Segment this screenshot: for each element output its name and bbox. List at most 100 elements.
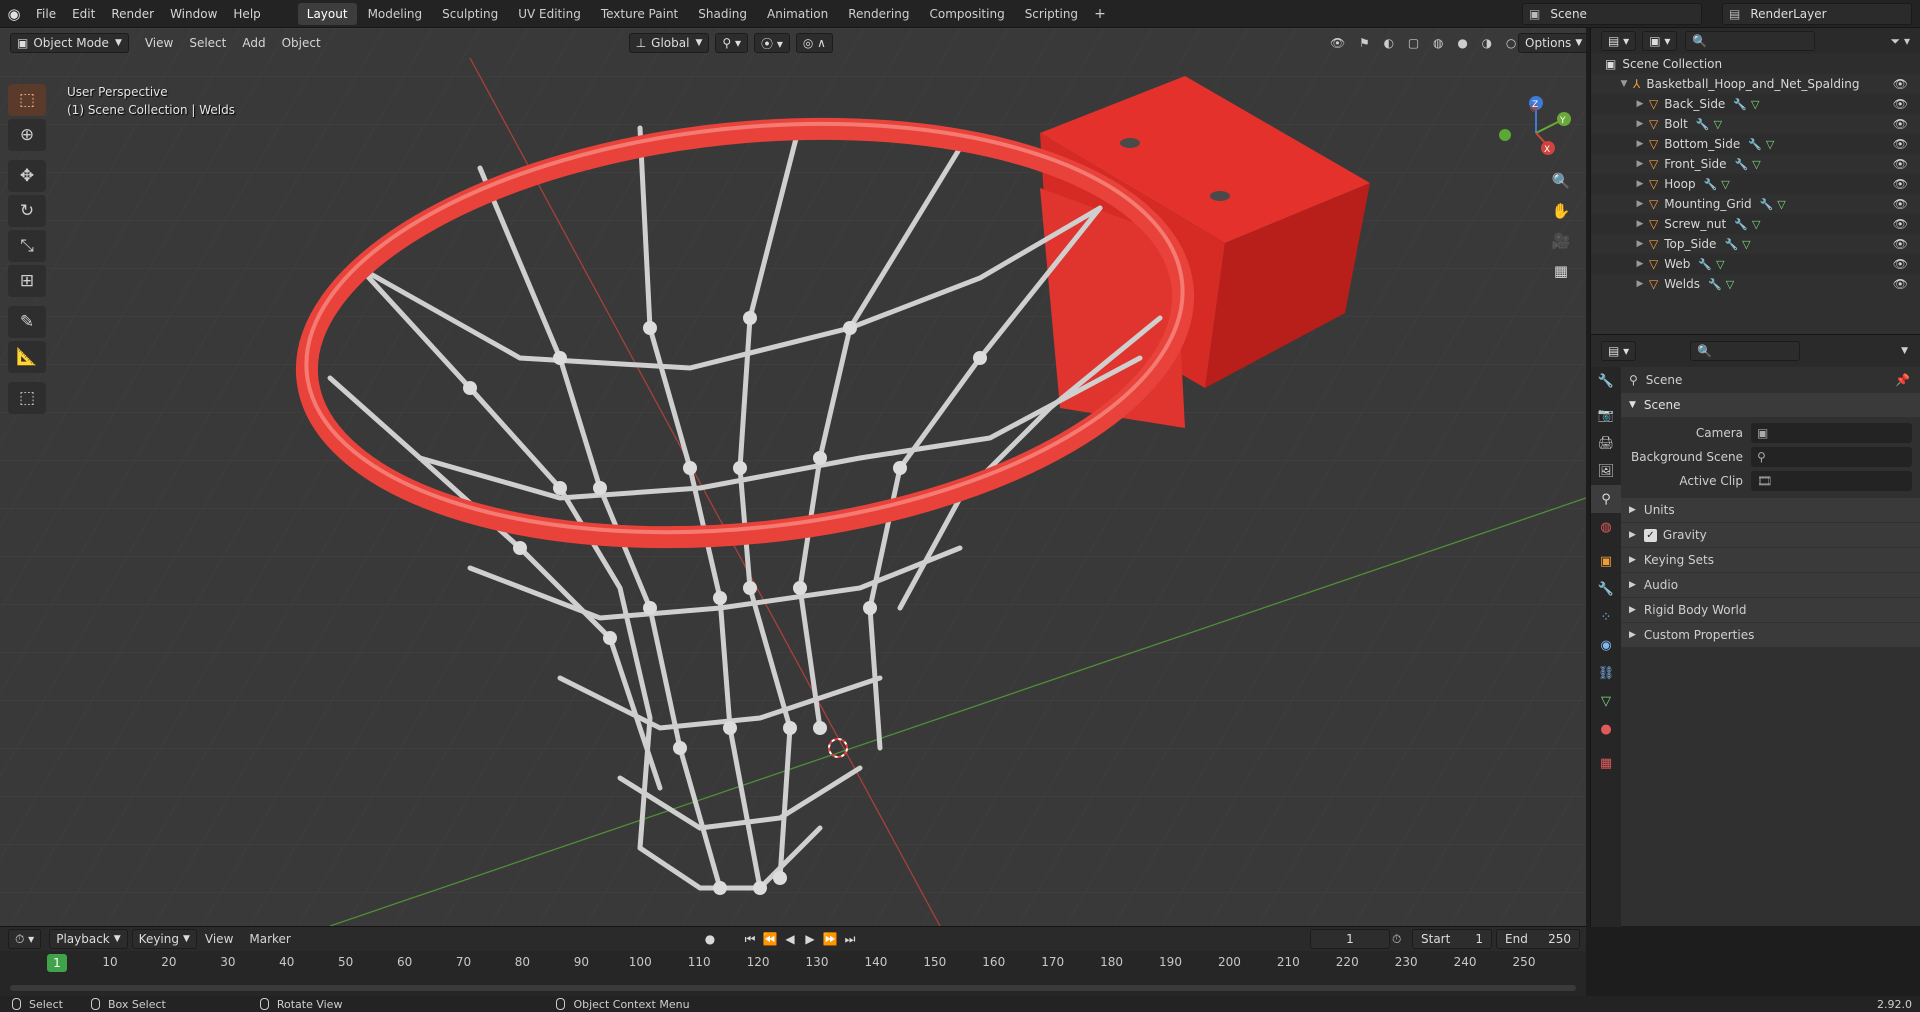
mesh-data-icon[interactable]: ▽	[1752, 218, 1760, 231]
scale-tool[interactable]: ⤡	[8, 230, 46, 262]
transform-tool[interactable]: ⊞	[8, 265, 46, 297]
timeline-menu-view[interactable]: View	[197, 932, 241, 946]
display-mode-dropdown[interactable]: ▣ ▾	[1642, 31, 1678, 51]
play-icon[interactable]: ▶	[800, 932, 820, 946]
mesh-data-icon[interactable]: ▽	[1752, 158, 1760, 171]
expand-arrow-icon[interactable]: ▶	[1633, 279, 1647, 289]
add-workspace-icon[interactable]: +	[1088, 6, 1112, 22]
current-frame-marker[interactable]: 1	[47, 954, 67, 972]
tab-modeling[interactable]: Modeling	[359, 3, 432, 25]
timeline-menu-marker[interactable]: Marker	[241, 932, 298, 946]
camera-view-icon[interactable]: 🎥	[1548, 228, 1574, 254]
pivot-dropdown[interactable]: ⚲ ▾	[715, 33, 748, 53]
proportional-edit-toggle[interactable]: ◎ ∧	[795, 33, 833, 53]
units-panel[interactable]: ▶ Units	[1621, 498, 1920, 522]
particles-tab-icon[interactable]: ⁘	[1591, 603, 1621, 631]
outliner-item-back-side[interactable]: ▶ ▽ Back_Side 🔧 ▽ 👁	[1591, 94, 1920, 114]
outliner-item-bolt[interactable]: ▶ ▽ Bolt 🔧 ▽ 👁	[1591, 114, 1920, 134]
tab-sculpting[interactable]: Sculpting	[433, 3, 507, 25]
record-icon[interactable]: ●	[700, 932, 720, 946]
view-layer-tab-icon[interactable]: 🖼	[1591, 457, 1621, 485]
outliner-search[interactable]: 🔍	[1685, 31, 1816, 51]
scene-tab-icon[interactable]: ⚲	[1591, 485, 1621, 513]
menu-file[interactable]: File	[28, 0, 64, 28]
camera-field[interactable]: ▣	[1751, 423, 1912, 443]
mesh-data-icon[interactable]: ▽	[1751, 98, 1759, 111]
viewport-canvas[interactable]: Z Y X	[0, 28, 1586, 926]
playback-dropdown[interactable]: Playback ▼	[49, 929, 128, 949]
3d-viewport[interactable]: Z Y X ▣ Object Mode ▼ View Select Add Ob…	[0, 28, 1586, 926]
visibility-eye-icon[interactable]: 👁	[1893, 137, 1908, 151]
properties-search[interactable]: 🔍	[1690, 341, 1801, 361]
modifier-icon[interactable]: 🔧	[1733, 98, 1747, 111]
mesh-data-icon[interactable]: ▽	[1777, 198, 1785, 211]
orientation-dropdown[interactable]: ⊥ Global ▼	[628, 33, 710, 53]
shading-buttons[interactable]: 👁 ⚑ ◐ ▢ ◍ ● ◑ ○	[1330, 36, 1521, 50]
current-frame-field[interactable]: 1	[1310, 929, 1390, 949]
modifier-tab-icon[interactable]: 🔧	[1591, 575, 1621, 603]
outliner-editor-type[interactable]: ▤ ▾	[1601, 31, 1637, 51]
mesh-data-icon[interactable]: ▽	[1714, 118, 1722, 131]
timeline-scrollbar[interactable]	[10, 985, 1576, 991]
constraints-tab-icon[interactable]: ⛓	[1591, 659, 1621, 687]
keying-sets-panel[interactable]: ▶ Keying Sets	[1621, 548, 1920, 572]
data-tab-icon[interactable]: ▽	[1591, 687, 1621, 715]
expand-arrow-icon[interactable]: ▼	[1617, 79, 1631, 89]
rotate-tool[interactable]: ↻	[8, 195, 46, 227]
next-keyframe-icon[interactable]: ⏩	[820, 932, 840, 946]
modifier-icon[interactable]: 🔧	[1748, 138, 1762, 151]
visibility-eye-icon[interactable]: 👁	[1893, 177, 1908, 191]
visibility-eye-icon[interactable]: 👁	[1893, 257, 1908, 271]
visibility-eye-icon[interactable]: 👁	[1893, 277, 1908, 291]
outliner-item-bottom-side[interactable]: ▶ ▽ Bottom_Side 🔧 ▽ 👁	[1591, 134, 1920, 154]
filter-icon[interactable]: ⏷ ▾	[1891, 34, 1910, 49]
physics-tab-icon[interactable]: ◉	[1591, 631, 1621, 659]
keying-dropdown[interactable]: Keying ▼	[131, 929, 197, 949]
visibility-eye-icon[interactable]: 👁	[1893, 157, 1908, 171]
gravity-checkbox[interactable]: ✓	[1643, 528, 1657, 542]
tab-shading[interactable]: Shading	[689, 3, 756, 25]
world-tab-icon[interactable]: ◍	[1591, 513, 1621, 541]
modifier-icon[interactable]: 🔧	[1708, 278, 1722, 291]
outliner-item-screw-nut[interactable]: ▶ ▽ Screw_nut 🔧 ▽ 👁	[1591, 214, 1920, 234]
annotate-tool[interactable]: ✎	[8, 306, 46, 338]
view-layer-selector[interactable]: ▤ RenderLayer	[1722, 3, 1912, 25]
prev-keyframe-icon[interactable]: ⏪	[760, 932, 780, 946]
expand-arrow-icon[interactable]: ▶	[1633, 179, 1647, 189]
output-tab-icon[interactable]: 🖨	[1591, 429, 1621, 457]
active-clip-field[interactable]: 🎞	[1751, 471, 1912, 491]
custom-properties-panel[interactable]: ▶ Custom Properties	[1621, 623, 1920, 647]
scene-selector[interactable]: ▣ Scene	[1522, 3, 1702, 25]
mode-dropdown[interactable]: ▣ Object Mode ▼	[10, 33, 129, 53]
visibility-eye-icon[interactable]: 👁	[1893, 237, 1908, 251]
modifier-icon[interactable]: 🔧	[1724, 238, 1738, 251]
expand-arrow-icon[interactable]: ▶	[1633, 259, 1647, 269]
tool-tab-icon[interactable]: 🔧	[1591, 367, 1621, 395]
outliner-item-web[interactable]: ▶ ▽ Web 🔧 ▽ 👁	[1591, 254, 1920, 274]
outliner-item-scene-collection[interactable]: ▣ Scene Collection	[1591, 54, 1920, 74]
move-tool[interactable]: ✥	[8, 160, 46, 192]
outliner-item-top-side[interactable]: ▶ ▽ Top_Side 🔧 ▽ 👁	[1591, 234, 1920, 254]
add-cube-tool[interactable]: ⬚	[8, 382, 46, 414]
object-tab-icon[interactable]: ▣	[1591, 547, 1621, 575]
tab-texture-paint[interactable]: Texture Paint	[592, 3, 687, 25]
outliner-item-front-side[interactable]: ▶ ▽ Front_Side 🔧 ▽ 👁	[1591, 154, 1920, 174]
menu-render[interactable]: Render	[103, 0, 162, 28]
chevron-down-icon[interactable]: ▼	[1901, 346, 1908, 356]
texture-tab-icon[interactable]: ▦	[1591, 749, 1621, 777]
expand-arrow-icon[interactable]: ▶	[1633, 219, 1647, 229]
end-frame-field[interactable]: End 250	[1496, 929, 1580, 949]
gravity-panel[interactable]: ▶ ✓ Gravity	[1621, 523, 1920, 547]
modifier-icon[interactable]: 🔧	[1735, 158, 1749, 171]
outliner-item-mounting-grid[interactable]: ▶ ▽ Mounting_Grid 🔧 ▽ 👁	[1591, 194, 1920, 214]
material-tab-icon[interactable]: ●	[1591, 715, 1621, 743]
outliner-item-welds[interactable]: ▶ ▽ Welds 🔧 ▽ 👁	[1591, 274, 1920, 294]
tab-uv-editing[interactable]: UV Editing	[509, 3, 590, 25]
jump-end-icon[interactable]: ⏭	[840, 932, 860, 947]
expand-arrow-icon[interactable]: ▶	[1633, 239, 1647, 249]
jump-start-icon[interactable]: ⏮	[740, 932, 760, 947]
modifier-icon[interactable]: 🔧	[1704, 178, 1718, 191]
modifier-icon[interactable]: 🔧	[1698, 258, 1712, 271]
expand-arrow-icon[interactable]: ▶	[1633, 199, 1647, 209]
timeline-editor-type[interactable]: ⏱ ▾	[8, 929, 42, 949]
